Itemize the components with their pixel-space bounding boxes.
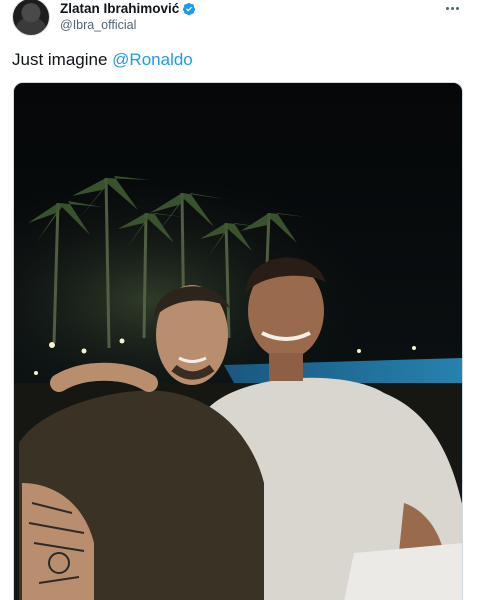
author-info: Zlatan Ibrahimović @Ibra_official bbox=[60, 0, 196, 32]
handle[interactable]: @Ibra_official bbox=[60, 18, 196, 32]
verified-badge-icon bbox=[183, 2, 196, 15]
mention-link[interactable]: @Ronaldo bbox=[112, 50, 193, 69]
display-name-row: Zlatan Ibrahimović bbox=[60, 0, 196, 17]
tweet: Zlatan Ibrahimović @Ibra_official Just i… bbox=[0, 0, 480, 600]
photo-illustration bbox=[14, 83, 462, 600]
tweet-header: Zlatan Ibrahimović @Ibra_official bbox=[12, 0, 468, 38]
display-name[interactable]: Zlatan Ibrahimović bbox=[60, 1, 179, 16]
tweet-text: Just imagine @Ronaldo bbox=[12, 50, 193, 70]
more-horizontal-icon[interactable] bbox=[442, 0, 462, 16]
tweet-text-body: Just imagine bbox=[12, 50, 113, 69]
tweet-photo[interactable] bbox=[13, 82, 463, 600]
avatar[interactable] bbox=[12, 0, 50, 36]
